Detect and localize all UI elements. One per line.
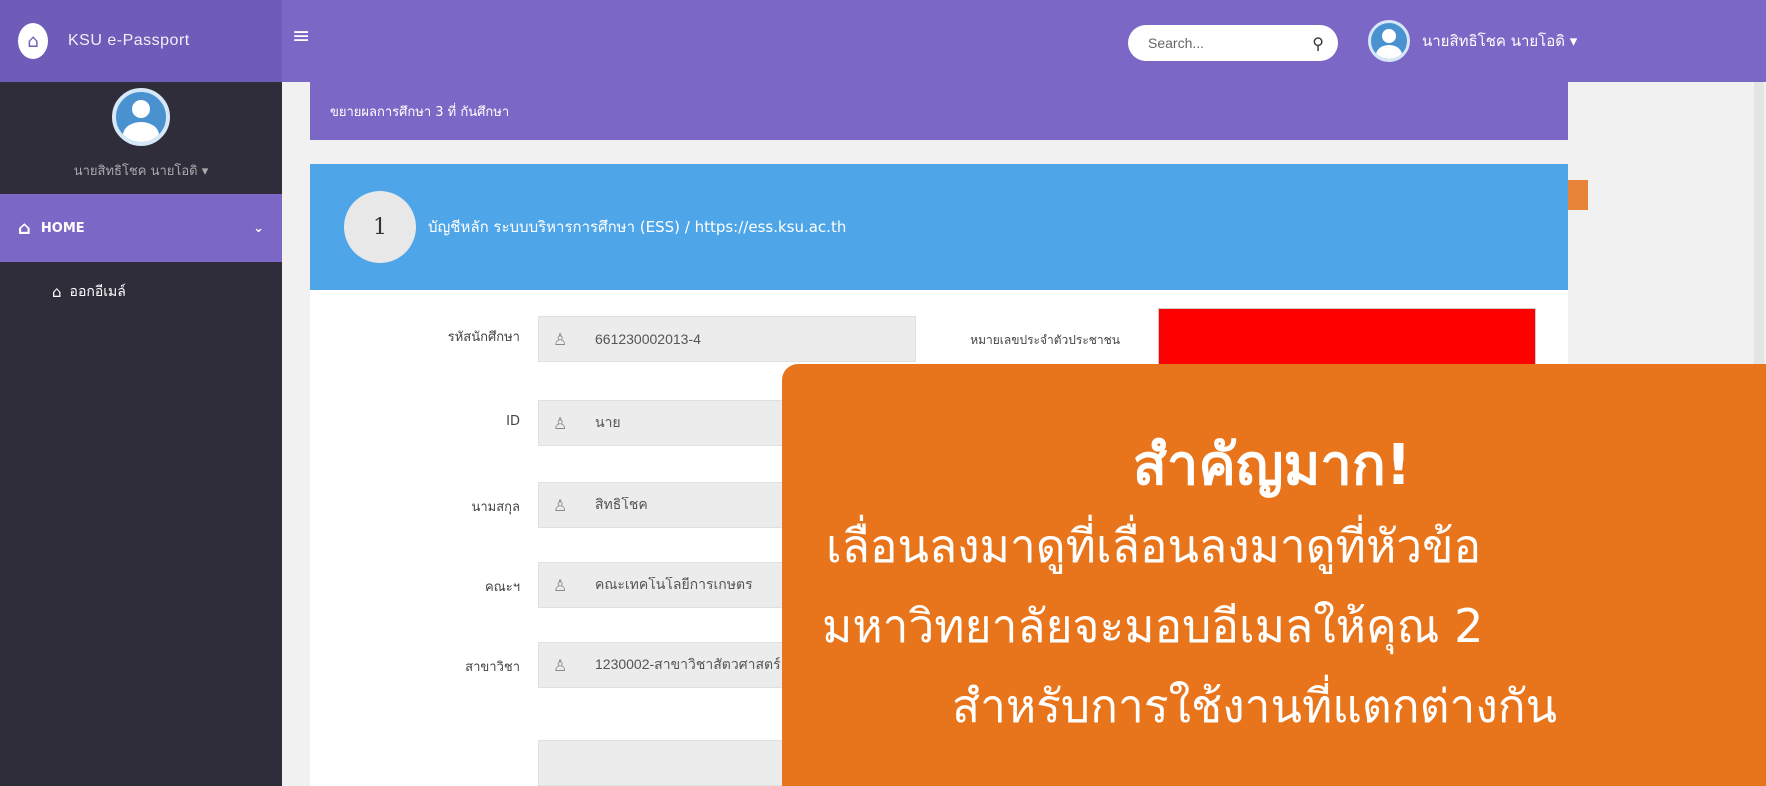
search-input[interactable] — [1148, 35, 1313, 51]
notice-title: สำคัญมาก! — [1132, 433, 1412, 498]
brand[interactable]: ⌂ KSU e-Passport — [0, 0, 282, 82]
notice-line-2: มหาวิทยาลัยจะมอบอีเมลให้คุณ 2 — [822, 599, 1484, 653]
notice-line-1: เลื่อนลงมาดูที่เลื่อนลงมาดูที่หัวข้อ — [826, 519, 1482, 573]
field-label-student-id: รหัสนักศึกษา — [447, 330, 520, 345]
avatar — [1368, 20, 1410, 62]
university-logo-icon: ⌂ — [18, 23, 48, 59]
student-id-field: ♙ — [538, 316, 916, 362]
user-name: นายสิทธิโชค นายโอดิ ▾ — [1422, 32, 1578, 50]
home-outline-icon: ⌂ — [52, 283, 62, 301]
sidebar-item-label: HOME — [40, 220, 85, 236]
user-icon: ♙ — [553, 575, 568, 595]
user-icon: ♙ — [553, 413, 568, 433]
user-icon: ♙ — [553, 655, 568, 675]
card-header: 1 บัญชีหลัก ระบบบริหารการศึกษา (ESS) / h… — [310, 164, 1568, 290]
search-icon[interactable]: ⚲ — [1312, 34, 1324, 53]
breadcrumb: ขยายผลการศึกษา 3 ที่ กันศึกษา — [310, 82, 1568, 140]
brand-name: KSU e-Passport — [68, 32, 190, 49]
sidebar-subitem-email[interactable]: ⌂ ออกอีเมล์ — [0, 262, 282, 322]
top-navbar: ⌂ KSU e-Passport ≡ ⚲ นายสิทธิโชค นายโอดิ… — [0, 0, 1766, 82]
notice-line-3: สำหรับการใช้งานที่แตกต่างกัน — [952, 679, 1558, 733]
important-notice-overlay: สำคัญมาก! เลื่อนลงมาดูที่เลื่อนลงมาดูที่… — [782, 364, 1766, 786]
field-label-id: ID — [506, 414, 520, 429]
card-title: บัญชีหลัก ระบบบริหารการศึกษา (ESS) / htt… — [428, 218, 847, 236]
sidebar: นายสิทธิโชค นายโอดิ ▾ ⌂ HOME ⌄ ⌂ ออกอีเม… — [0, 82, 282, 786]
menu-toggle-icon[interactable]: ≡ — [292, 24, 310, 49]
home-icon: ⌂ — [18, 217, 31, 239]
student-id-input[interactable] — [595, 331, 895, 347]
search-box: ⚲ — [1128, 25, 1338, 61]
sidebar-item-label: ออกอีเมล์ — [69, 284, 126, 300]
sidebar-user-name[interactable]: นายสิทธิโชค นายโอดิ ▾ — [74, 160, 209, 181]
sidebar-profile: นายสิทธิโชค นายโอดิ ▾ — [0, 82, 282, 194]
step-number: 1 — [344, 191, 416, 263]
id-card-label: หมายเลขประจำตัวประชาชน — [970, 333, 1120, 347]
sidebar-item-home[interactable]: ⌂ HOME ⌄ — [0, 194, 282, 262]
user-icon: ♙ — [553, 495, 568, 515]
avatar — [112, 88, 170, 146]
field-label-surname: นามสกุล — [471, 500, 520, 515]
orange-tab — [1568, 180, 1588, 210]
field-label-major: สาขาวิชา — [465, 660, 520, 675]
chevron-down-icon: ⌄ — [253, 220, 264, 236]
user-menu[interactable]: นายสิทธิโชค นายโอดิ ▾ — [1368, 20, 1577, 62]
user-icon: ♙ — [553, 329, 568, 349]
field-label-faculty: คณะฯ — [484, 580, 520, 595]
